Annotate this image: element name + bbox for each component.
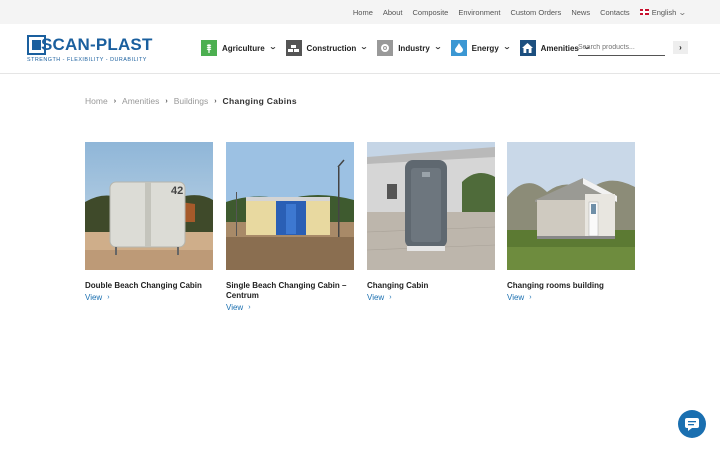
top-nav-home[interactable]: Home <box>353 8 373 17</box>
product-image-double-beach-cabin[interactable]: 42 <box>85 142 213 270</box>
chevron-down-icon: ⌄ <box>360 44 369 51</box>
language-label: English <box>651 7 677 17</box>
chevron-down-icon: ⌄ <box>678 7 688 17</box>
top-nav: Home About Composite Environment Custom … <box>353 0 688 24</box>
nav-item-energy[interactable]: Energy ⌄ <box>450 40 511 56</box>
top-nav-about[interactable]: About <box>383 8 403 17</box>
chevron-right-icon: › <box>113 97 117 105</box>
search-input[interactable] <box>578 44 665 51</box>
product-card: Single Beach Changing Cabin – Centrum Vi… <box>226 142 354 312</box>
product-view-link[interactable]: View › <box>85 293 213 302</box>
nav-label-amenities: Amenities <box>540 43 579 53</box>
top-nav-environment[interactable]: Environment <box>458 8 500 17</box>
product-view-link[interactable]: View › <box>507 293 635 302</box>
chat-icon <box>685 417 699 431</box>
breadcrumb-amenities[interactable]: Amenities <box>122 96 159 106</box>
breadcrumb-current: Changing Cabins <box>222 96 297 106</box>
breadcrumb-home[interactable]: Home <box>85 96 108 106</box>
uk-flag-icon <box>639 9 649 15</box>
chevron-right-icon: › <box>389 294 392 301</box>
view-label: View <box>507 293 525 302</box>
view-label: View <box>367 293 385 302</box>
logo-name: SCAN-PLAST <box>41 35 153 54</box>
main-header: SCAN-PLAST STRENGTH - FLEXIBILITY - DURA… <box>0 24 720 74</box>
chevron-down-icon: ⌄ <box>268 44 277 51</box>
nav-label-industry: Industry <box>398 43 430 53</box>
breadcrumb: Home › Amenities › Buildings › Changing … <box>85 96 297 106</box>
product-title[interactable]: Double Beach Changing Cabin <box>85 281 213 291</box>
top-utility-bar: Home About Composite Environment Custom … <box>0 0 720 24</box>
product-image-changing-rooms-building[interactable] <box>507 142 635 270</box>
chevron-right-icon: › <box>107 294 110 301</box>
nav-label-construction: Construction <box>306 43 357 53</box>
language-selector[interactable]: English ⌄ <box>639 7 688 17</box>
nav-label-agriculture: Agriculture <box>222 43 265 53</box>
chevron-down-icon: ⌄ <box>433 44 442 51</box>
bricks-icon <box>285 40 302 56</box>
chat-button[interactable] <box>678 410 706 438</box>
top-nav-custom-orders[interactable]: Custom Orders <box>510 8 561 17</box>
product-view-link[interactable]: View › <box>367 293 495 302</box>
chevron-down-icon: ⌄ <box>502 44 511 51</box>
drop-icon <box>450 40 467 56</box>
top-nav-contacts[interactable]: Contacts <box>600 8 630 17</box>
view-label: View <box>226 303 244 312</box>
cabin-number-label: 42 <box>171 185 183 197</box>
product-card: Changing Cabin View › <box>367 142 495 302</box>
chevron-right-icon: › <box>165 97 168 105</box>
chevron-right-icon: › <box>679 43 682 52</box>
top-nav-news[interactable]: News <box>571 8 590 17</box>
product-title[interactable]: Changing Cabin <box>367 281 495 291</box>
nav-label-energy: Energy <box>471 43 499 53</box>
wheat-icon <box>201 40 217 56</box>
chevron-right-icon: › <box>214 97 217 105</box>
product-title[interactable]: Single Beach Changing Cabin – Centrum <box>226 281 354 301</box>
main-nav: Agriculture ⌄ Construction ⌄ Industry ⌄ … <box>201 40 591 56</box>
chevron-right-icon: › <box>529 294 532 301</box>
logo-tagline: STRENGTH - FLEXIBILITY - DURABILITY <box>27 57 147 63</box>
product-title[interactable]: Changing rooms building <box>507 281 635 291</box>
top-nav-composite[interactable]: Composite <box>412 8 448 17</box>
search-field[interactable] <box>578 44 665 56</box>
product-image-single-beach-cabin[interactable] <box>226 142 354 270</box>
product-card: 42 Double Beach Changing Cabin View › <box>85 142 213 302</box>
nav-item-construction[interactable]: Construction ⌄ <box>285 40 369 56</box>
site-logo[interactable]: SCAN-PLAST STRENGTH - FLEXIBILITY - DURA… <box>27 35 157 65</box>
nav-item-industry[interactable]: Industry ⌄ <box>377 40 442 56</box>
product-view-link[interactable]: View › <box>226 303 354 312</box>
nav-item-agriculture[interactable]: Agriculture ⌄ <box>201 40 277 56</box>
search-submit-button[interactable]: › <box>673 41 688 54</box>
product-image-changing-cabin[interactable] <box>367 142 495 270</box>
breadcrumb-buildings[interactable]: Buildings <box>174 96 209 106</box>
product-card: Changing rooms building View › <box>507 142 635 302</box>
house-icon <box>519 40 536 56</box>
view-label: View <box>85 293 103 302</box>
gear-icon <box>377 40 394 56</box>
chevron-right-icon: › <box>248 304 251 311</box>
